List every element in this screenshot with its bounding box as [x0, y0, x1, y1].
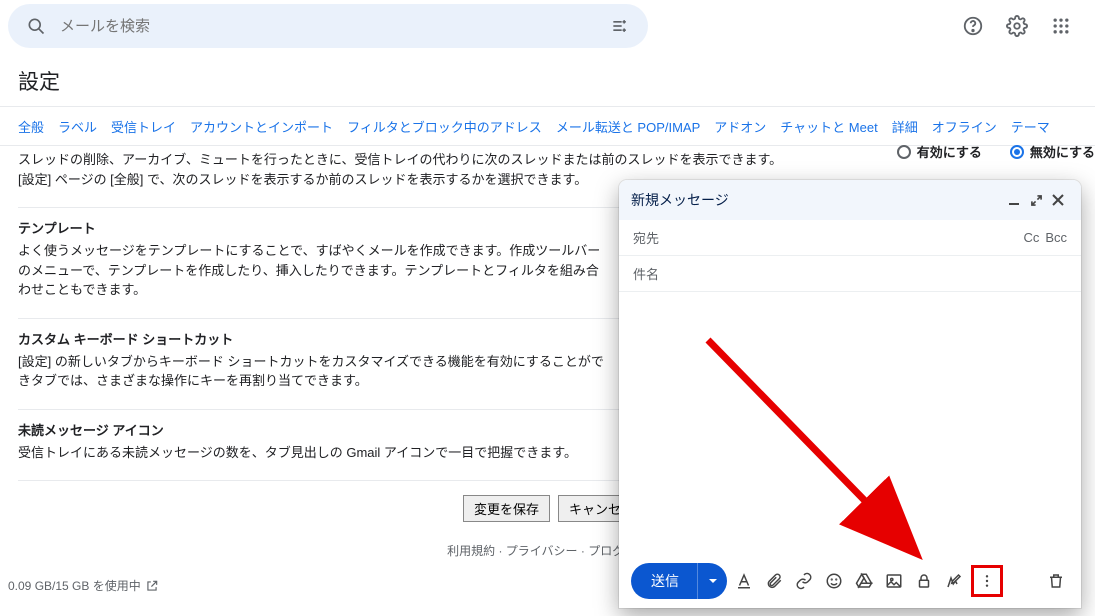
- search-options-icon[interactable]: [600, 6, 640, 46]
- storage-usage[interactable]: 0.09 GB/15 GB を使用中: [8, 577, 159, 594]
- tab-addons[interactable]: アドオン: [714, 117, 766, 136]
- formatting-icon[interactable]: [731, 563, 757, 599]
- to-label: 宛先: [633, 228, 659, 247]
- search-icon[interactable]: [16, 6, 56, 46]
- bcc-link[interactable]: Bcc: [1045, 230, 1067, 245]
- footer-terms[interactable]: 利用規約: [447, 544, 495, 558]
- compose-body[interactable]: [619, 292, 1081, 554]
- settings-tabs: 全般 ラベル 受信トレイ アカウントとインポート フィルタとブロック中のアドレス…: [0, 107, 1095, 146]
- tab-inbox[interactable]: 受信トレイ: [111, 117, 176, 136]
- send-button[interactable]: 送信: [631, 563, 697, 599]
- link-icon[interactable]: [791, 563, 817, 599]
- subject-label: 件名: [633, 264, 659, 283]
- drive-icon[interactable]: [851, 563, 877, 599]
- fullscreen-icon[interactable]: [1025, 189, 1047, 211]
- search-box[interactable]: [8, 4, 648, 48]
- tab-offline[interactable]: オフライン: [932, 117, 997, 136]
- tab-themes[interactable]: テーマ: [1011, 117, 1050, 136]
- compose-toolbar: 送信: [619, 554, 1081, 608]
- compose-to-field[interactable]: 宛先 Cc Bcc: [619, 220, 1081, 256]
- unread-desc: 受信トレイにある未読メッセージの数を、タブ見出しの Gmail アイコンで一目で…: [18, 443, 608, 463]
- tab-filters[interactable]: フィルタとブロック中のアドレス: [347, 117, 542, 136]
- page-title: 設定: [0, 52, 1095, 106]
- storage-text: 0.09 GB/15 GB を使用中: [8, 577, 141, 594]
- compose-subject-field[interactable]: 件名: [619, 256, 1081, 292]
- minimize-icon[interactable]: [1003, 189, 1025, 211]
- more-options-highlighted[interactable]: [971, 565, 1003, 597]
- send-options-button[interactable]: [697, 563, 727, 599]
- signature-icon[interactable]: [941, 563, 967, 599]
- tab-forwarding[interactable]: メール転送と POP/IMAP: [556, 117, 700, 136]
- image-icon[interactable]: [881, 563, 907, 599]
- tab-general[interactable]: 全般: [18, 117, 44, 136]
- compose-title: 新規メッセージ: [631, 190, 1003, 210]
- confidential-icon[interactable]: [911, 563, 937, 599]
- footer-privacy[interactable]: プライバシー: [506, 544, 578, 558]
- close-icon[interactable]: [1047, 189, 1069, 211]
- templates-desc: よく使うメッセージをテンプレートにすることで、すばやくメールを作成できます。作成…: [18, 241, 608, 300]
- attach-icon[interactable]: [761, 563, 787, 599]
- compose-window: 新規メッセージ 宛先 Cc Bcc 件名 送信: [619, 180, 1081, 608]
- save-changes-button[interactable]: 変更を保存: [463, 495, 550, 522]
- tab-chat[interactable]: チャットと Meet: [780, 117, 877, 136]
- compose-header[interactable]: 新規メッセージ: [619, 180, 1081, 220]
- gear-icon[interactable]: [997, 6, 1037, 46]
- search-input[interactable]: [56, 18, 600, 35]
- discard-icon[interactable]: [1043, 563, 1069, 599]
- tab-advanced[interactable]: 詳細: [892, 117, 918, 136]
- cc-link[interactable]: Cc: [1023, 230, 1039, 245]
- help-icon[interactable]: [953, 6, 993, 46]
- emoji-icon[interactable]: [821, 563, 847, 599]
- tab-accounts[interactable]: アカウントとインポート: [190, 117, 333, 136]
- shortcuts-desc: [設定] の新しいタブからキーボード ショートカットをカスタマイズできる機能を有…: [18, 352, 608, 391]
- tab-labels[interactable]: ラベル: [58, 117, 97, 136]
- apps-grid-icon[interactable]: [1041, 6, 1081, 46]
